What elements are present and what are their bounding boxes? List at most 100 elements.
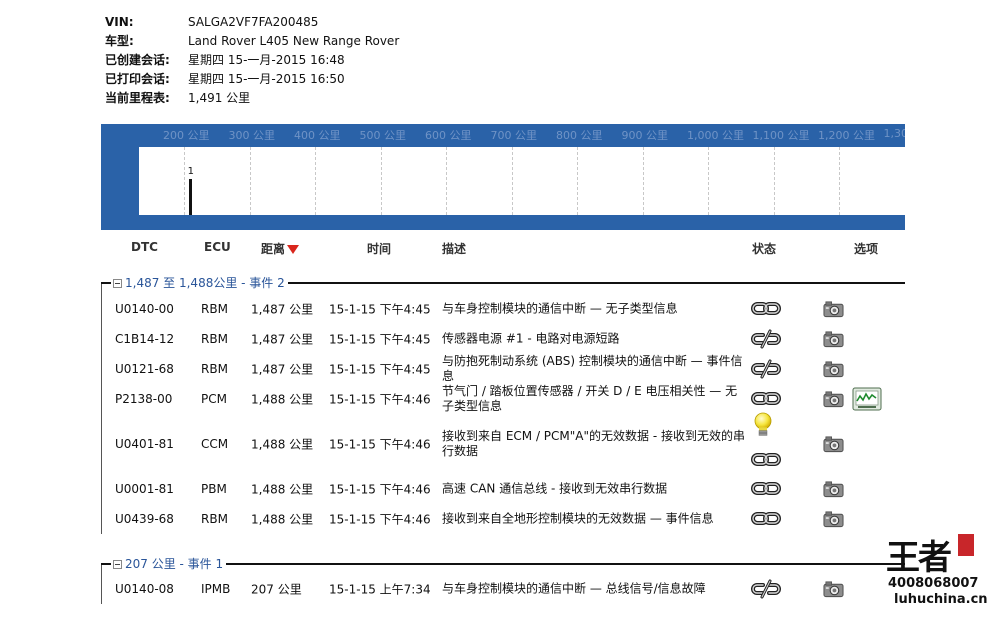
event-group-title[interactable]: 207 公里 - 事件 1 (111, 556, 227, 572)
axis-tick-label: 400 公里 (294, 129, 341, 142)
column-header-dtc[interactable]: DTC (131, 240, 158, 254)
ecu-name: IPMB (201, 582, 231, 596)
distance-value: 1,488 公里 (251, 392, 314, 407)
session-printed-value: 星期四 15-一月-2015 16:50 (188, 72, 345, 86)
brand-title: 王者 (886, 538, 952, 578)
distance-value: 1,487 公里 (251, 362, 314, 377)
brand-phone: 4008068007 (888, 576, 979, 591)
dtc-row[interactable]: P2138-00 PCM 1,488 公里 15-1-15 下午4:46 节气门 / 踏… (101, 384, 905, 414)
session-created-row: 已创建会话: 星期四 15-一月-2015 16:48 (105, 51, 399, 70)
graph-icon[interactable] (852, 387, 882, 411)
dtc-code: C1B14-12 (115, 332, 175, 346)
distance-value: 1,488 公里 (251, 437, 314, 452)
axis-tick-label: 700 公里 (490, 129, 538, 142)
dtc-row[interactable]: U0140-00 RBM 1,487 公里 15-1-15 下午4:45 与车身控制模块… (101, 294, 905, 324)
brand-seal-icon (958, 534, 974, 556)
odometer-row: 当前里程表: 1,491 公里 (105, 89, 399, 108)
broken-chain-icon (751, 359, 781, 379)
distance-value: 1,488 公里 (251, 512, 314, 527)
snapshot-icon[interactable] (823, 390, 844, 408)
column-header-ecu[interactable]: ECU (204, 240, 231, 254)
timeline-gridline (642, 147, 644, 215)
model-row: 车型: Land Rover L405 New Range Rover (105, 32, 399, 51)
session-created-label: 已创建会话: (105, 53, 170, 67)
ecu-name: RBM (201, 332, 228, 346)
dtc-row[interactable]: U0001-81 PBM 1,488 公里 15-1-15 下午4:46 高速 CAN … (101, 474, 905, 504)
timeline-gridline (184, 147, 185, 215)
dtc-description: 传感器电源 #1 - 电路对电源短路 (442, 331, 620, 346)
snapshot-icon[interactable] (823, 510, 844, 528)
axis-tick-label: 300 公里 (228, 129, 276, 142)
time-value: 15-1-15 上午7:34 (329, 582, 431, 597)
timeline-gridline (577, 147, 578, 215)
broken-chain-icon (751, 579, 781, 599)
status-cell (751, 294, 783, 324)
timeline-gridline (446, 147, 447, 215)
timeline-gridline (839, 147, 840, 215)
axis-tick-label: 1,100 公里 (752, 129, 810, 142)
time-value: 15-1-15 下午4:45 (329, 332, 431, 347)
column-header-distance[interactable]: 距离 (261, 240, 300, 257)
dtc-row[interactable]: U0439-68 RBM 1,488 公里 15-1-15 下午4:46 接收到来自全地… (101, 504, 905, 534)
dtc-table-header: DTC ECU 距离 时间 描述 状态 选项 (101, 240, 905, 260)
timeline-event-count: 1 (187, 166, 194, 177)
dtc-code: U0140-08 (115, 582, 174, 596)
dtc-row[interactable]: U0401-81 CCM 1,488 公里 15-1-15 下午4:46 接收到来自 E… (101, 412, 905, 466)
model-value: Land Rover L405 New Range Rover (188, 34, 400, 48)
collapse-icon[interactable] (113, 279, 122, 288)
broken-chain-icon (751, 329, 781, 349)
light-bulb-icon (751, 410, 781, 440)
event-timeline[interactable]: 200 公里 300 公里 400 公里 500 公里 600 公里 700 公里 800 … (101, 124, 905, 230)
column-header-status[interactable]: 状态 (752, 240, 776, 257)
ecu-name: PCM (201, 392, 227, 406)
event-group-title[interactable]: 1,487 至 1,488公里 - 事件 2 (111, 275, 288, 291)
snapshot-icon[interactable] (823, 330, 844, 348)
timeline-gridline (380, 147, 382, 215)
timeline-gridline (511, 147, 513, 215)
column-header-description[interactable]: 描述 (442, 240, 466, 257)
snapshot-icon[interactable] (823, 480, 844, 498)
axis-tick-label: 200 公里 (163, 129, 210, 142)
collapse-icon[interactable] (113, 560, 122, 569)
event-group-title-text: 1,487 至 1,488公里 - 事件 2 (125, 276, 285, 290)
column-header-distance-label: 距离 (261, 242, 286, 256)
timeline-gridline (773, 147, 775, 215)
column-header-options: 选项 (854, 242, 879, 256)
status-cell (751, 324, 783, 354)
axis-tick-label: 500 公里 (359, 129, 407, 142)
snapshot-icon[interactable] (823, 580, 844, 598)
ecu-name: RBM (201, 512, 228, 526)
dtc-code: U0121-68 (115, 362, 174, 376)
column-header-time[interactable]: 时间 (367, 240, 391, 257)
dtc-row[interactable]: U0121-68 RBM 1,487 公里 15-1-15 下午4:45 与防抱死制动系… (101, 354, 905, 384)
chain-link-icon (751, 389, 781, 409)
timeline-gridline (315, 147, 316, 215)
vin-row: VIN: SALGA2VF7FA200485 (105, 13, 399, 32)
snapshot-icon[interactable] (823, 435, 844, 453)
dtc-row[interactable]: U0140-08 IPMB 207 公里 15-1-15 上午7:34 与车身控制模块的… (101, 574, 905, 604)
ecu-name: RBM (201, 302, 228, 316)
status-cell (751, 504, 783, 534)
session-printed-label: 已打印会话: (105, 72, 170, 86)
snapshot-icon[interactable] (823, 300, 844, 318)
event-group-title-text: 207 公里 - 事件 1 (125, 557, 224, 571)
brand-url: luhuchina.cn (894, 592, 988, 607)
snapshot-icon[interactable] (823, 360, 844, 378)
vehicle-info: VIN: SALGA2VF7FA200485 车型: Land Rover L405… (105, 13, 399, 108)
dtc-code: U0401-81 (115, 437, 174, 451)
time-value: 15-1-15 下午4:45 (329, 362, 431, 377)
event-group: 207 公里 - 事件 1 U0140-08 IPMB 207 公里 15-1-15 上… (101, 556, 905, 604)
axis-tick-label: 1,200 公里 (818, 129, 875, 142)
timeline-event-bar[interactable] (188, 179, 192, 215)
timeline-plot-area[interactable]: 1 (139, 147, 905, 215)
dtc-row[interactable]: C1B14-12 RBM 1,487 公里 15-1-15 下午4:45 传感器电源 #… (101, 324, 905, 354)
odometer-value: 1,491 公里 (188, 91, 251, 105)
axis-tick-label: 800 公里 (556, 129, 603, 142)
dtc-code: U0439-68 (115, 512, 174, 526)
axis-tick-label: 1,000 公里 (687, 129, 744, 142)
timeline-gridline (249, 147, 251, 215)
vin-value: SALGA2VF7FA200485 (188, 15, 319, 29)
time-value: 15-1-15 下午4:46 (329, 482, 431, 497)
status-cell (751, 574, 783, 604)
model-label: 车型: (105, 34, 134, 48)
